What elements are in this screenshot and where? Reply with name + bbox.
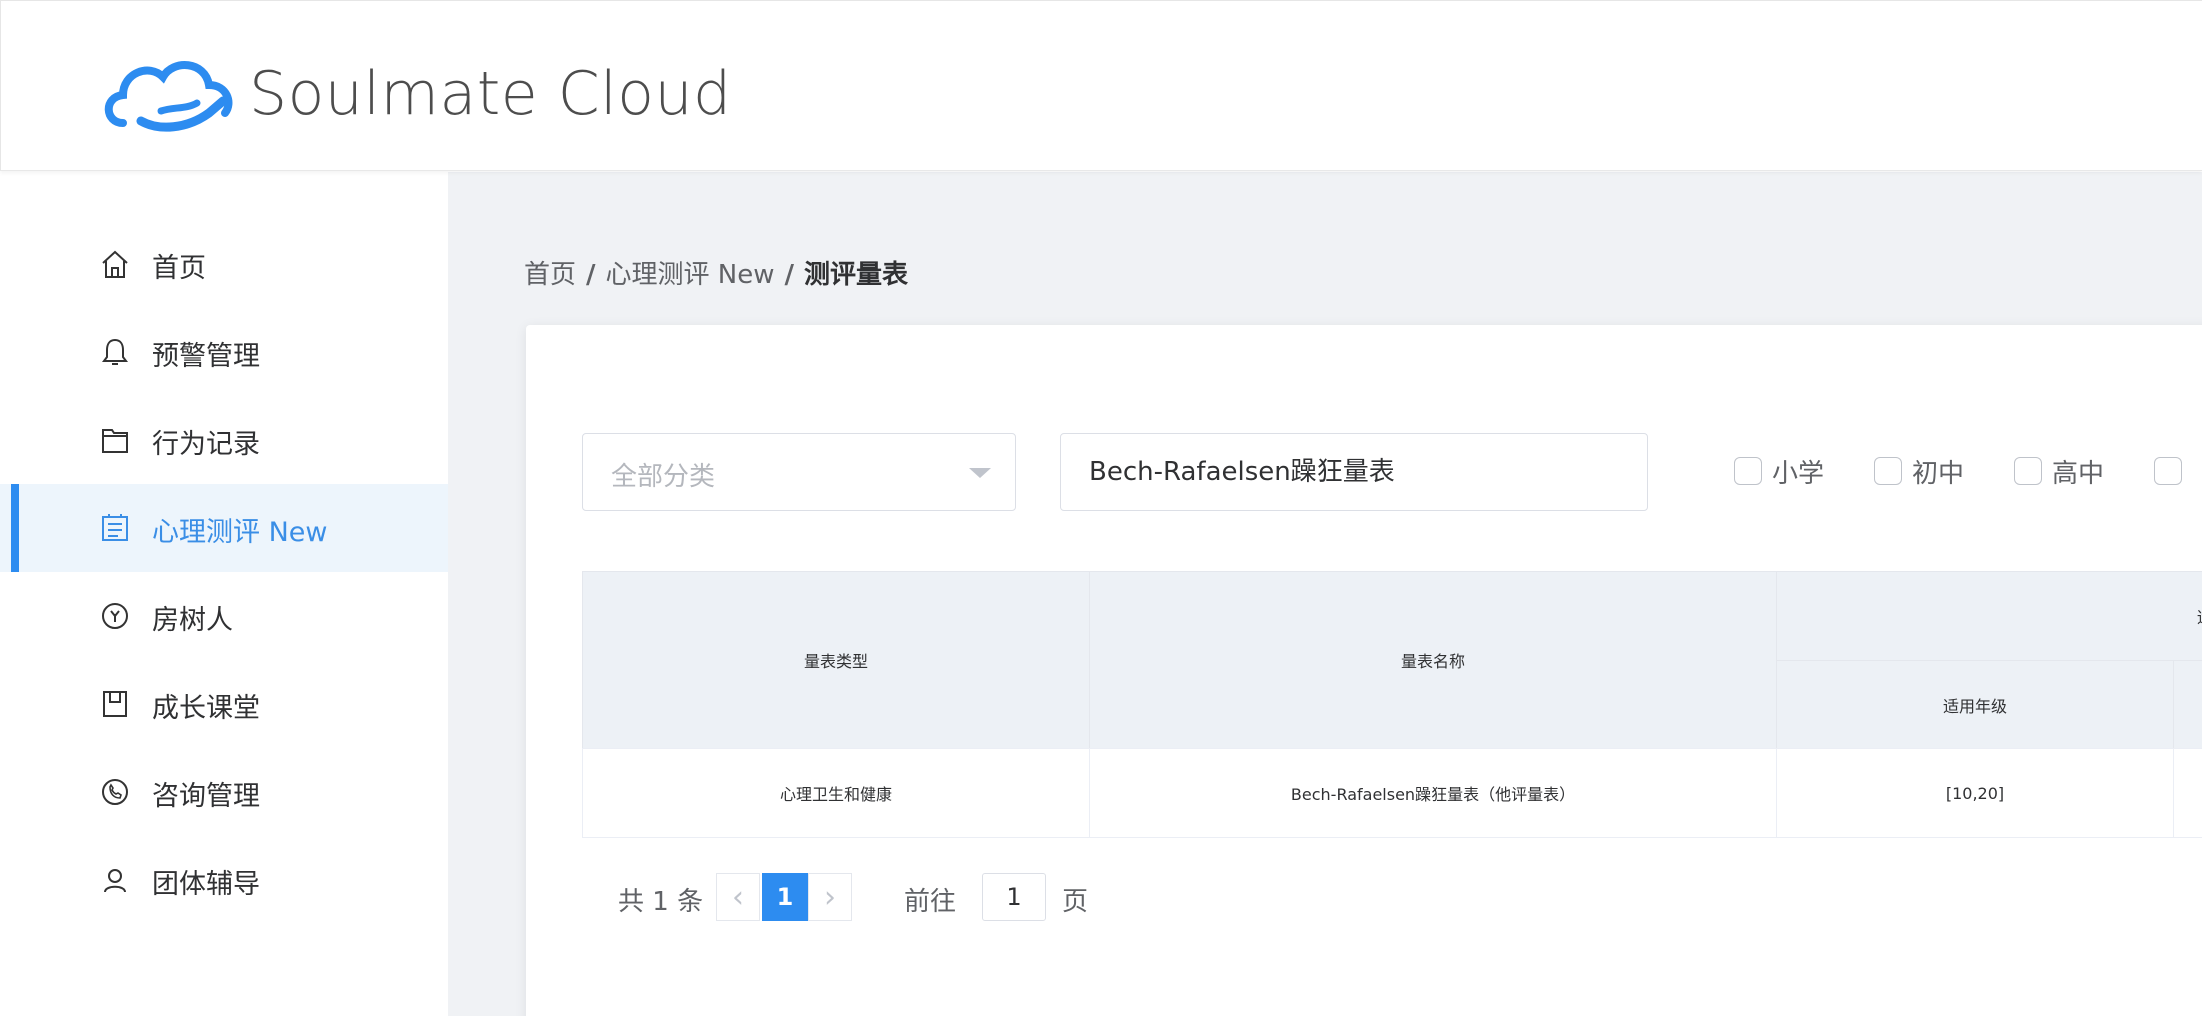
pagination-total: 共 1 条: [618, 887, 704, 917]
page-number-current[interactable]: 1: [762, 873, 808, 921]
scale-search-input[interactable]: Bech-Rafaelsen躁狂量表: [1060, 433, 1648, 511]
table-cell-grade: [10,20]: [1776, 748, 2174, 838]
sidebar-item-warning[interactable]: 预警管理: [0, 308, 448, 396]
phone-icon: [102, 779, 128, 805]
chevron-right-icon: ›: [824, 879, 836, 915]
check-label: 初中: [1912, 458, 1965, 489]
category-select[interactable]: 全部分类: [582, 433, 1016, 511]
breadcrumb-item-home[interactable]: 首页: [524, 260, 576, 290]
table-cell-type: 心理卫生和健康: [582, 748, 1090, 838]
goto-label: 前往: [904, 887, 957, 917]
header-applicable-group: 适用: [1776, 571, 2202, 661]
category-select-placeholder: 全部分类: [611, 462, 716, 492]
header-type-label: 量表类型: [803, 652, 868, 671]
breadcrumb-item-assessment[interactable]: 心理测评 New: [606, 260, 775, 290]
sidebar-item-assessment[interactable]: 心理测评 New: [0, 484, 448, 572]
breadcrumb-item-current: 测评量表: [804, 260, 909, 290]
sidebar: 首页 预警管理 行为记录 心理测评 New 房树人 成长课堂 咨询管理 团体辅导: [0, 172, 448, 1016]
header-applicable-grade: 适用年级: [1776, 660, 2174, 749]
sidebar-item-behavior-record[interactable]: 行为记录: [0, 396, 448, 484]
sidebar-item-label: 咨询管理: [152, 781, 260, 812]
goto-page-input[interactable]: 1: [982, 873, 1046, 921]
scale-list-card: 全部分类 Bech-Rafaelsen躁狂量表 小学 初中 高中 量表类型 量表…: [526, 325, 2202, 1016]
check-primary-school[interactable]: 小学: [1734, 451, 1824, 491]
breadcrumb-separator: /: [784, 260, 795, 290]
header-type: 量表类型: [582, 571, 1090, 749]
checkbox[interactable]: [1874, 457, 1902, 485]
header-applicable-grade-label: 适用年级: [1942, 696, 2007, 716]
sidebar-item-group-counseling[interactable]: 团体辅导: [0, 836, 448, 924]
app-title: Soulmate Cloud: [249, 59, 732, 129]
next-page-button[interactable]: ›: [808, 873, 852, 921]
chevron-left-icon: ‹: [732, 879, 744, 915]
sidebar-item-label: 心理测评 New: [152, 517, 328, 548]
sidebar-item-label: 成长课堂: [152, 693, 260, 724]
chevron-down-icon: [969, 468, 991, 478]
header-name: 量表名称: [1089, 571, 1777, 749]
checkbox[interactable]: [2154, 457, 2182, 485]
header-applicable-group-label: 适用: [2197, 604, 2202, 628]
cell-type-text: 心理卫生和健康: [779, 785, 892, 804]
breadcrumb-separator: /: [586, 260, 596, 290]
home-icon: [102, 250, 128, 278]
book-icon: [103, 691, 127, 717]
sidebar-item-label: 房树人: [152, 605, 233, 636]
sidebar-item-label: 预警管理: [152, 341, 260, 372]
check-senior-high[interactable]: 高中: [2014, 451, 2104, 491]
breadcrumb: 首页 / 心理测评 New / 测评量表: [524, 254, 908, 291]
main-content: 首页 / 心理测评 New / 测评量表 全部分类 Bech-Rafaelsen躁狂量表…: [448, 172, 2202, 1016]
bell-icon: [102, 338, 128, 365]
page-unit-label: 页: [1062, 887, 1089, 917]
tree-icon: [102, 603, 128, 629]
table-cell-name: Bech-Rafaelsen躁狂量表（他评量表）: [1089, 748, 1777, 838]
sidebar-item-label: 首页: [152, 253, 206, 284]
sidebar-item-growth-class[interactable]: 成长课堂: [0, 660, 448, 748]
checkbox[interactable]: [2014, 457, 2042, 485]
app-header: Soulmate Cloud: [0, 0, 2202, 171]
sidebar-item-label: 行为记录: [152, 429, 260, 460]
header-extra: [2173, 660, 2202, 749]
table-cell-extra: [2173, 748, 2202, 838]
cell-name-text: Bech-Rafaelsen躁狂量表（他评量表）: [1290, 785, 1576, 804]
checkbox[interactable]: [1734, 457, 1762, 485]
group-icon: [104, 869, 126, 893]
folder-icon: [102, 429, 128, 453]
header-name-label: 量表名称: [1400, 652, 1465, 671]
assessment-icon: [102, 514, 128, 541]
prev-page-button[interactable]: ‹: [716, 873, 760, 921]
check-label: 高中: [2052, 458, 2105, 489]
cell-grade-text: [10,20]: [1945, 783, 2005, 803]
check-more[interactable]: [2154, 451, 2192, 491]
sidebar-item-label: 团体辅导: [152, 869, 260, 900]
cloud-hand-logo-icon: [104, 61, 233, 132]
sidebar-item-consultation[interactable]: 咨询管理: [0, 748, 448, 836]
sidebar-item-htp[interactable]: 房树人: [0, 572, 448, 660]
check-label: 小学: [1772, 458, 1825, 489]
check-junior-high[interactable]: 初中: [1874, 451, 1964, 491]
sidebar-item-home[interactable]: 首页: [0, 220, 448, 308]
